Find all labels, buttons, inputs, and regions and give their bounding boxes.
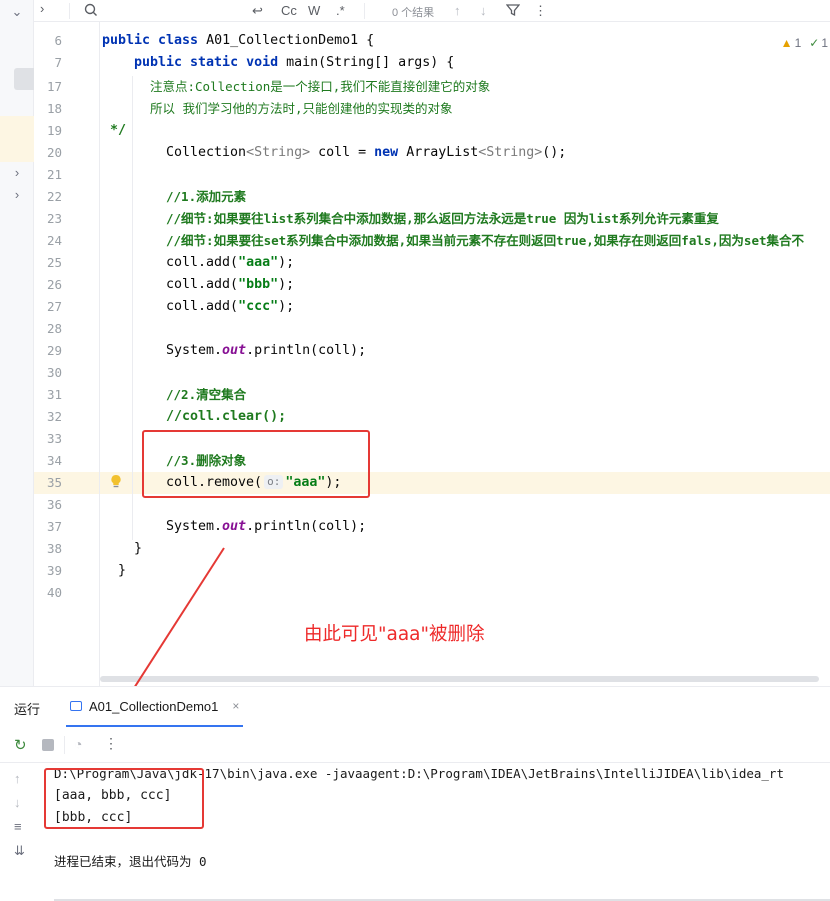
rerun-icon[interactable]: ↻ (14, 736, 27, 754)
run-toolbar: ↻ ◔ ⋮ (0, 727, 830, 763)
dashboard-icon[interactable]: ◔ (74, 736, 82, 752)
soft-wrap-icon[interactable]: ≡ (14, 819, 22, 834)
run-panel-title: 运行 (14, 702, 41, 717)
console-icon (70, 701, 82, 711)
stop-icon[interactable] (42, 739, 54, 751)
scroll-down-icon[interactable]: ↓ (14, 795, 21, 810)
scroll-up-icon[interactable]: ↑ (14, 771, 21, 786)
more-options-icon[interactable]: ⋮ (104, 735, 118, 752)
run-tab-bar: 运行 A01_CollectionDemo1 × (0, 687, 830, 727)
run-tab-label: A01_CollectionDemo1 (89, 698, 219, 714)
run-side-toolbar: ↑ ↓ ≡ ⇊ (0, 763, 40, 901)
run-tab[interactable]: A01_CollectionDemo1 × (66, 687, 244, 727)
scroll-to-end-icon[interactable]: ⇊ (14, 843, 25, 859)
close-icon[interactable]: × (232, 699, 239, 713)
highlight-box-output (44, 768, 204, 829)
console-line: 进程已结束，退出代码为 0 (54, 854, 207, 869)
